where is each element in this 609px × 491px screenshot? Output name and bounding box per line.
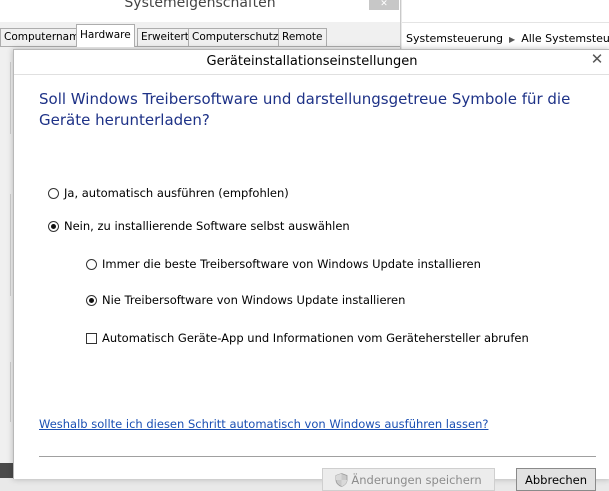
dialog-body: Soll Windows Treibersoftware und darstel… bbox=[20, 75, 609, 491]
chevron-right-icon: ▶ bbox=[509, 35, 516, 44]
option-device-app[interactable]: Automatisch Geräte-App und Informationen… bbox=[86, 331, 529, 345]
option-device-app-label: Automatisch Geräte-App und Informationen… bbox=[102, 331, 529, 345]
radio-manual[interactable] bbox=[48, 220, 59, 232]
device-installation-dialog: Geräteinstallationseinstellungen ✕ Soll … bbox=[13, 49, 609, 491]
help-link[interactable]: Weshalb sollte ich diesen Schritt automa… bbox=[39, 417, 488, 431]
dialog-titlebar: Geräteinstallationseinstellungen ✕ bbox=[14, 50, 609, 75]
system-properties-titlebar: Systemeigenschaften bbox=[0, 0, 400, 22]
close-icon[interactable]: ✕ bbox=[584, 50, 609, 70]
breadcrumb[interactable]: Systemsteuerung ▶ Alle Systemsteuerungsele… bbox=[406, 29, 609, 50]
tab-erweitert[interactable]: Erweitert bbox=[137, 28, 193, 46]
tab-content-edge bbox=[0, 62, 11, 462]
option-best-driver-label: Immer die beste Treibersoftware von Wind… bbox=[102, 257, 481, 271]
option-auto-label: Ja, automatisch ausführen (empfohlen) bbox=[64, 186, 289, 200]
radio-best-driver[interactable] bbox=[86, 258, 97, 270]
close-icon[interactable]: ✕ bbox=[369, 0, 399, 10]
dialog-title: Geräteinstallationseinstellungen bbox=[206, 54, 418, 69]
radio-never-driver[interactable] bbox=[86, 294, 97, 306]
dialog-question: Soll Windows Treibersoftware und darstel… bbox=[39, 90, 571, 129]
radio-auto[interactable] bbox=[48, 187, 59, 199]
tab-strip: Computername Hardware Erweitert Computer… bbox=[0, 24, 400, 47]
uac-shield-icon bbox=[335, 472, 348, 487]
option-manual[interactable]: Nein, zu installierende Software selbst … bbox=[48, 219, 350, 233]
system-properties-title: Systemeigenschaften bbox=[124, 0, 276, 11]
breadcrumb-item-systemsteuerung[interactable]: Systemsteuerung bbox=[406, 32, 503, 45]
tab-computerschutz[interactable]: Computerschutz bbox=[188, 28, 283, 46]
taskbar-corner bbox=[0, 463, 13, 478]
breadcrumb-item-all-items[interactable]: Alle Systemsteuerungselemente bbox=[521, 32, 609, 45]
control-panel-titlebar bbox=[402, 0, 609, 23]
cancel-button[interactable]: Abbrechen bbox=[516, 468, 596, 491]
option-never-driver[interactable]: Nie Treibersoftware von Windows Update i… bbox=[86, 293, 405, 307]
option-manual-label: Nein, zu installierende Software selbst … bbox=[64, 219, 350, 233]
tab-hardware[interactable]: Hardware bbox=[76, 24, 135, 47]
option-never-driver-label: Nie Treibersoftware von Windows Update i… bbox=[102, 293, 406, 307]
save-changes-label: Änderungen speichern bbox=[351, 472, 482, 487]
save-changes-button[interactable]: Änderungen speichern bbox=[322, 468, 495, 491]
checkbox-device-app[interactable] bbox=[86, 332, 97, 344]
option-best-driver[interactable]: Immer die beste Treibersoftware von Wind… bbox=[86, 257, 481, 271]
divider bbox=[39, 456, 596, 457]
tab-remote[interactable]: Remote bbox=[278, 28, 327, 46]
option-auto[interactable]: Ja, automatisch ausführen (empfohlen) bbox=[48, 186, 289, 200]
